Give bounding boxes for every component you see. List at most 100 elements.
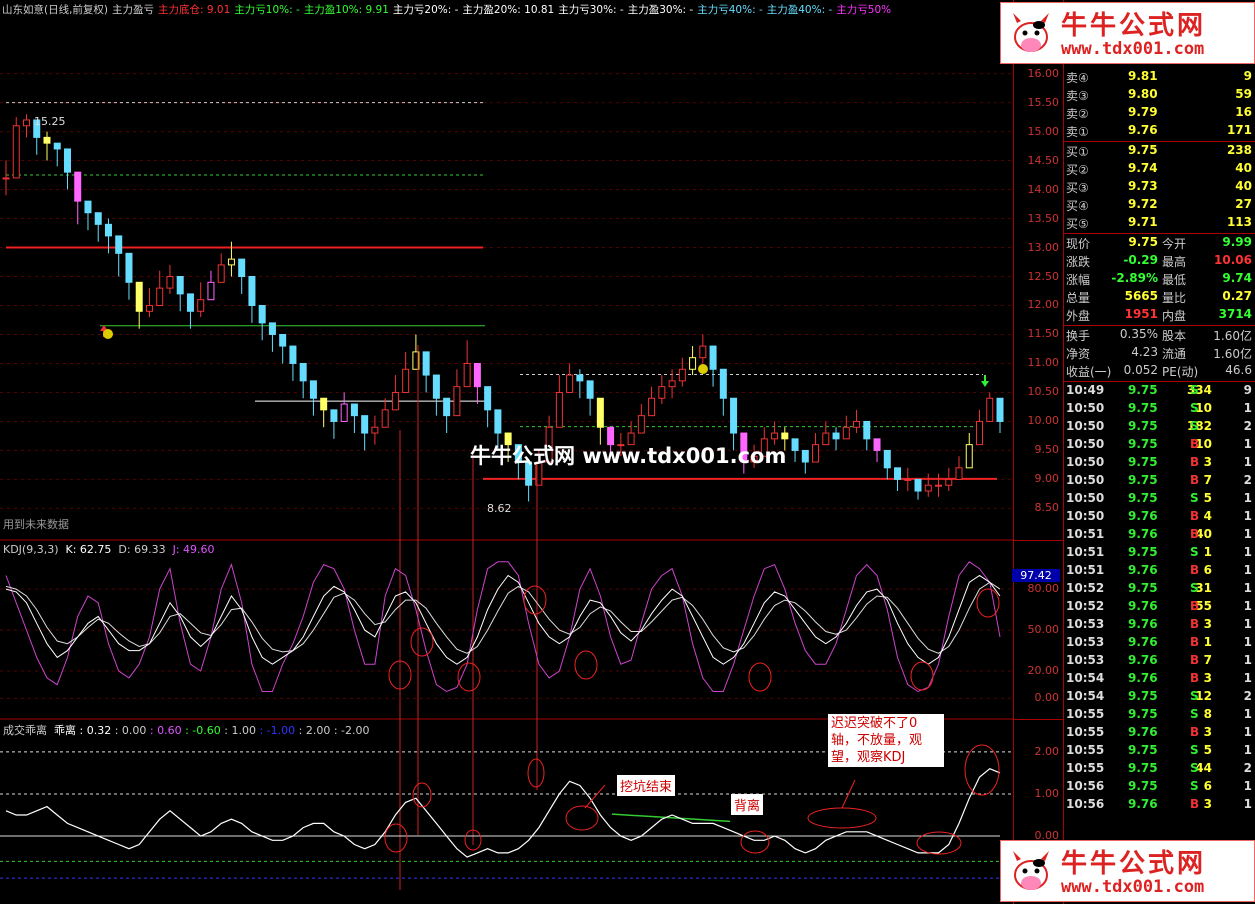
tick-row-cell: B (1190, 599, 1200, 613)
candle-body (494, 409, 502, 434)
tick-row-cell: 9.76 (1128, 653, 1158, 667)
tick-row: 10:52 9.76 55 B 1 (1064, 598, 1255, 616)
candle-body (176, 276, 184, 295)
future-data-label: 用到未来数据 (3, 518, 69, 531)
candle-body (381, 409, 389, 428)
ask-row-cell: 9.76 (1128, 123, 1158, 137)
divergence-axis-label: 1.00 (1034, 786, 1060, 800)
candle-body (248, 276, 256, 306)
header-item: 主力亏30%: - (558, 4, 624, 16)
tick-row-cell: 9.76 (1128, 635, 1158, 649)
pane-divider (1014, 719, 1064, 720)
tick-row-cell: 3 (1203, 455, 1212, 469)
candle-body (22, 119, 30, 127)
candle-body (350, 403, 358, 417)
bid-row: 买③ 9.73 40 (1064, 178, 1255, 196)
highlight-circle (565, 805, 599, 831)
stat-row-cell: 1.60亿 (1213, 329, 1252, 343)
tick-row-cell: 9.75 (1128, 473, 1158, 487)
candle-body (945, 478, 953, 486)
candle-body (12, 125, 20, 179)
tick-row-cell: S (1190, 761, 1199, 775)
price-axis-label: 15.50 (1027, 95, 1060, 109)
candle-body (658, 386, 666, 399)
candle-body (84, 200, 92, 214)
tick-row-cell: B (1190, 563, 1200, 577)
bid-row-cell: 9.74 (1128, 161, 1158, 175)
divergence-axis-label: 2.00 (1034, 744, 1060, 758)
tick-row-cell: 5 (1203, 743, 1212, 757)
ask-row-cell: 16 (1235, 105, 1252, 119)
tick-row-cell: 9.75 (1128, 491, 1158, 505)
stat-row-cell: 1951 (1124, 307, 1158, 321)
ask-row: 卖④ 9.81 9 (1064, 68, 1255, 86)
candle-body (145, 304, 153, 312)
tick-row: 10:50 9.75 182 S 2 (1064, 418, 1255, 436)
stat-row-cell: 收益(一) (1066, 365, 1112, 379)
header-item: 主力盈10%: 9.91 (303, 4, 389, 16)
stat-row-cell: 内盘 (1162, 309, 1187, 323)
stat-row-cell: 9.74 (1222, 271, 1252, 285)
bid-row-cell: 27 (1235, 197, 1252, 211)
logo-bottom: 牛牛公式网 www.tdx001.com (1000, 840, 1255, 902)
tick-row-cell: 10:53 (1066, 617, 1105, 631)
stat-row-cell: PE(动) (1162, 365, 1199, 379)
tick-row-cell: 1 (1243, 743, 1252, 757)
candle-body (156, 287, 164, 306)
candle-body (299, 362, 307, 382)
candle-body (709, 345, 717, 370)
tick-row: 10:56 9.75 6 S 1 (1064, 778, 1255, 796)
stat-row-cell: 外盘 (1066, 309, 1091, 323)
price-axis-label: 14.00 (1027, 182, 1060, 196)
tick-row-cell: 10:53 (1066, 635, 1105, 649)
candle-body (207, 281, 215, 301)
stat-row-cell: 现价 (1066, 237, 1091, 251)
candle-body (443, 397, 451, 417)
header-item: 山东如意(日线,前复权) (2, 4, 109, 16)
tick-row: 10:51 9.76 40 B 1 (1064, 526, 1255, 544)
ask-row-cell: 9.81 (1128, 69, 1158, 83)
tick-row: 10:53 9.76 1 B 1 (1064, 634, 1255, 652)
candle-body (935, 484, 943, 487)
tick-row-cell: 10:55 (1066, 743, 1105, 757)
highlight-circle (748, 662, 772, 692)
candle-body (340, 403, 348, 422)
price-axis-label: 14.50 (1027, 153, 1060, 167)
candle-body (320, 397, 328, 411)
divergence-title: 成交乖离 乖离 : 0.32 : 0.00 : 0.60 : -0.60 : 1… (3, 724, 370, 737)
tick-row-cell: 10:56 (1066, 779, 1105, 793)
tick-row-cell: 1 (1243, 725, 1252, 739)
stat-row-cell: 总量 (1066, 291, 1091, 305)
candle-body (883, 449, 891, 469)
ask-row: 卖① 9.76 171 (1064, 122, 1255, 140)
candle-body (422, 351, 430, 376)
bid-row-cell: 9.72 (1128, 197, 1158, 211)
stat-row-cell: 换手 (1066, 329, 1091, 343)
tick-row-cell: 9.76 (1128, 563, 1158, 577)
tick-row: 10:54 9.75 12 S 2 (1064, 688, 1255, 706)
kdj-axis-label: 20.00 (1027, 664, 1060, 678)
tick-row-cell: B (1190, 635, 1200, 649)
candle-body (432, 374, 440, 399)
candle-body (576, 374, 584, 382)
candle-body (227, 258, 235, 266)
tick-row-cell: 2 (1243, 761, 1252, 775)
highlight-circle (910, 661, 934, 691)
tick-row-cell: 7 (1203, 653, 1212, 667)
highlight-circle (916, 831, 962, 855)
header-item: 主力亏50% (836, 4, 892, 16)
bid-row-cell: 买① (1066, 145, 1089, 159)
candle-body (74, 171, 82, 202)
tick-row-cell: 5 (1203, 491, 1212, 505)
tick-row-cell: 9.75 (1128, 455, 1158, 469)
tick-row-cell: B (1190, 653, 1200, 667)
header-item: 主力盈20%: 10.81 (462, 4, 555, 16)
stat-row-cell: 9.75 (1128, 235, 1158, 249)
ask-row-cell: 9 (1243, 69, 1252, 83)
bid-row-cell: 买④ (1066, 199, 1089, 213)
candle-body (43, 136, 51, 144)
tick-row-cell: 3 (1203, 725, 1212, 739)
tick-row-cell: 10:51 (1066, 527, 1105, 541)
stat-row-cell: 量比 (1162, 291, 1187, 305)
tick-row-cell: 10:50 (1066, 401, 1105, 415)
